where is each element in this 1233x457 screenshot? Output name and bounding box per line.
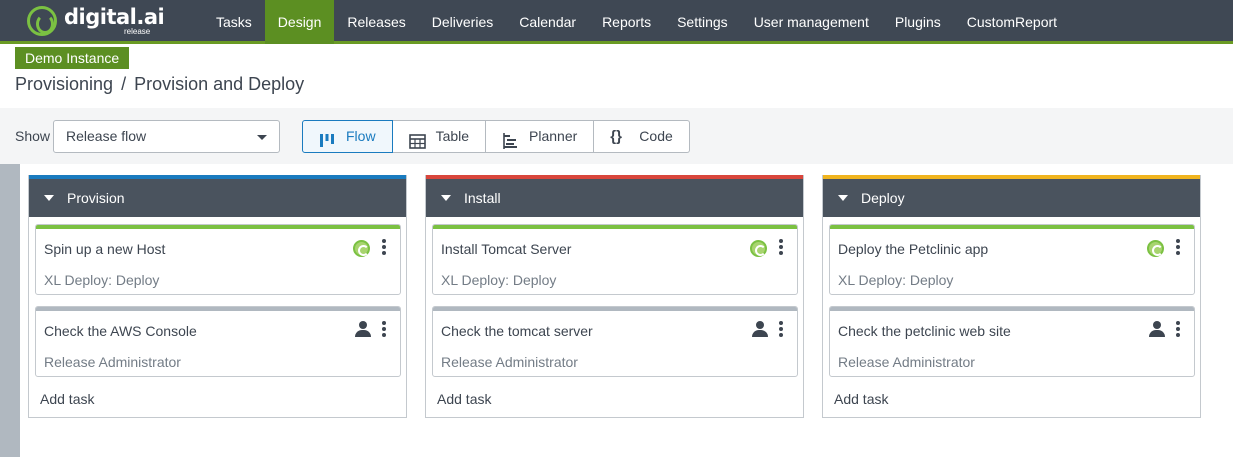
add-task-link[interactable]: Add task xyxy=(437,391,491,407)
task-owner: XL Deploy: Deploy xyxy=(441,272,557,288)
task-card[interactable]: Check the AWS Console Release Administra… xyxy=(35,306,401,377)
breadcrumb: Provisioning / Provision and Deploy xyxy=(15,74,304,95)
phase-title: Provision xyxy=(67,190,125,206)
nav-settings[interactable]: Settings xyxy=(664,0,741,44)
caret-down-icon[interactable] xyxy=(44,195,54,201)
nav-tasks[interactable]: Tasks xyxy=(203,0,265,44)
show-select-value: Release flow xyxy=(66,128,147,144)
task-title: Deploy the Petclinic app xyxy=(838,241,989,257)
more-options-icon[interactable] xyxy=(779,239,783,255)
chevron-down-icon xyxy=(257,135,267,140)
phase-install: Install Install Tomcat Server XL Deploy:… xyxy=(425,175,804,418)
logo-mark-icon xyxy=(27,6,57,36)
task-card[interactable]: Spin up a new Host XL Deploy: Deploy xyxy=(35,224,401,295)
task-title: Check the tomcat server xyxy=(441,323,593,339)
task-card[interactable]: Deploy the Petclinic app XL Deploy: Depl… xyxy=(829,224,1195,295)
view-code-label: Code xyxy=(639,128,673,144)
phase-title: Install xyxy=(464,190,501,206)
code-icon: {} xyxy=(610,127,622,145)
phase-deploy: Deploy Deploy the Petclinic app XL Deplo… xyxy=(822,175,1201,418)
more-options-icon[interactable] xyxy=(1176,321,1180,337)
user-icon xyxy=(1149,321,1165,337)
add-task-link[interactable]: Add task xyxy=(834,391,888,407)
view-switcher: Flow Table Planner {} Code xyxy=(302,120,690,153)
table-icon xyxy=(408,129,427,149)
task-owner: Release Administrator xyxy=(44,354,181,370)
nav-deliveries[interactable]: Deliveries xyxy=(419,0,506,44)
task-card[interactable]: Check the tomcat server Release Administ… xyxy=(432,306,798,377)
view-flow-button[interactable]: Flow xyxy=(302,120,393,153)
task-owner: XL Deploy: Deploy xyxy=(44,272,160,288)
deploy-icon xyxy=(750,240,767,257)
caret-down-icon[interactable] xyxy=(838,195,848,201)
breadcrumb-parent[interactable]: Provisioning xyxy=(15,74,113,94)
phase-header[interactable]: Deploy xyxy=(823,179,1200,217)
view-table-button[interactable]: Table xyxy=(392,120,487,153)
caret-down-icon[interactable] xyxy=(441,195,451,201)
nav-plugins[interactable]: Plugins xyxy=(882,0,954,44)
nav-calendar[interactable]: Calendar xyxy=(506,0,589,44)
task-title: Check the petclinic web site xyxy=(838,323,1011,339)
nav-reports[interactable]: Reports xyxy=(589,0,664,44)
breadcrumb-separator: / xyxy=(121,74,127,94)
more-options-icon[interactable] xyxy=(382,321,386,337)
main-nav: Tasks Design Releases Deliveries Calenda… xyxy=(203,0,1070,44)
task-title: Spin up a new Host xyxy=(44,241,166,257)
more-options-icon[interactable] xyxy=(779,321,783,337)
task-title: Check the AWS Console xyxy=(44,323,197,339)
more-options-icon[interactable] xyxy=(1176,239,1180,255)
logo-subtext: release xyxy=(124,27,151,36)
view-planner-button[interactable]: Planner xyxy=(486,120,595,153)
user-icon xyxy=(355,321,371,337)
show-select[interactable]: Release flow xyxy=(53,120,280,153)
phase-header[interactable]: Install xyxy=(426,179,803,217)
digital-ai-logo[interactable]: digital.ai release xyxy=(26,5,166,37)
task-owner: Release Administrator xyxy=(441,354,578,370)
nav-releases[interactable]: Releases xyxy=(334,0,418,44)
flow-icon xyxy=(319,129,337,147)
board-left-rail xyxy=(0,164,20,457)
view-code-button[interactable]: {} Code xyxy=(594,120,690,153)
nav-user-management[interactable]: User management xyxy=(741,0,882,44)
task-title: Install Tomcat Server xyxy=(441,241,572,257)
deploy-icon xyxy=(1147,240,1164,257)
view-toolbar: Show Release flow Flow Table Planner {} … xyxy=(0,108,1233,164)
deploy-icon xyxy=(353,240,370,257)
task-card[interactable]: Install Tomcat Server XL Deploy: Deploy xyxy=(432,224,798,295)
phase-header[interactable]: Provision xyxy=(29,179,406,217)
more-options-icon[interactable] xyxy=(382,239,386,255)
user-icon xyxy=(752,321,768,337)
task-owner: XL Deploy: Deploy xyxy=(838,272,954,288)
view-planner-label: Planner xyxy=(529,128,578,144)
view-flow-label: Flow xyxy=(346,128,376,144)
phase-provision: Provision Spin up a new Host XL Deploy: … xyxy=(28,175,407,418)
breadcrumb-current: Provision and Deploy xyxy=(134,74,305,94)
view-table-label: Table xyxy=(435,128,470,144)
show-label: Show xyxy=(15,128,51,144)
task-card[interactable]: Check the petclinic web site Release Adm… xyxy=(829,306,1195,377)
add-task-link[interactable]: Add task xyxy=(40,391,94,407)
instance-badge: Demo Instance xyxy=(15,47,130,69)
top-navigation-bar: digital.ai release Tasks Design Releases… xyxy=(0,0,1233,44)
phase-title: Deploy xyxy=(861,190,905,206)
logo-text: digital.ai xyxy=(64,5,165,29)
nav-customreport[interactable]: CustomReport xyxy=(954,0,1070,44)
planner-icon xyxy=(502,129,520,149)
nav-design[interactable]: Design xyxy=(264,0,335,44)
task-owner: Release Administrator xyxy=(838,354,975,370)
